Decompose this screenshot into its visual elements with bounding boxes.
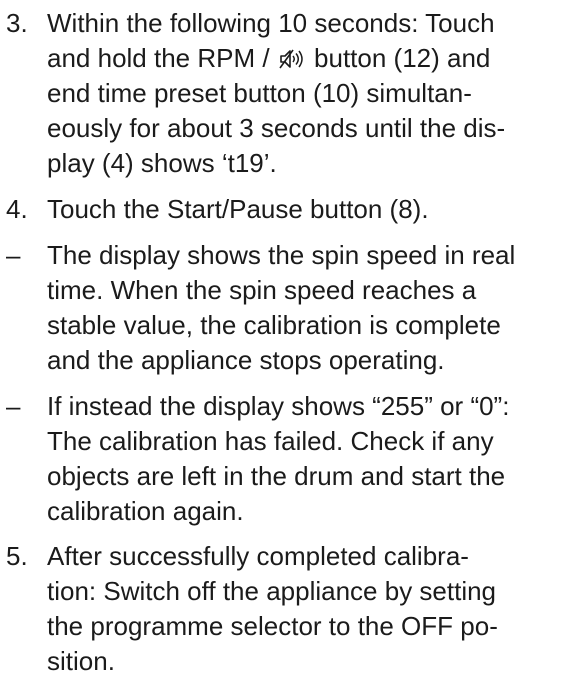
step-text: After successfully completed calibra- ti… bbox=[47, 539, 575, 679]
bullet-text: The display shows the spin speed in real… bbox=[47, 238, 575, 378]
dash-marker: – bbox=[6, 391, 21, 421]
bullet-text: If instead the display shows “255” or “0… bbox=[47, 389, 575, 529]
text-line: The display shows the spin speed in real bbox=[47, 240, 516, 270]
text-line: tion: Switch off the appliance by settin… bbox=[47, 576, 497, 606]
text-line: objects are left in the drum and start t… bbox=[47, 461, 506, 491]
text-line: Touch the Start/Pause button (8). bbox=[47, 194, 429, 224]
text-line: stable value, the calibration is complet… bbox=[47, 310, 501, 340]
step-text: Touch the Start/Pause button (8). bbox=[47, 192, 575, 227]
text-fragment: button (12) and bbox=[306, 43, 491, 73]
text-line: If instead the display shows “255” or “0… bbox=[47, 391, 510, 421]
text-fragment: and hold the RPM / bbox=[47, 43, 277, 73]
text-line: end time preset button (10) simultan- bbox=[47, 78, 472, 108]
text-line: Within the following 10 seconds: Touch bbox=[47, 8, 495, 38]
step-marker: 5. bbox=[6, 541, 28, 571]
step-marker: 3. bbox=[6, 8, 28, 38]
dash-marker: – bbox=[6, 240, 21, 270]
sound-mute-icon bbox=[279, 49, 303, 69]
text-line: The calibration has failed. Check if any bbox=[47, 426, 494, 456]
text-line: calibration again. bbox=[47, 496, 244, 526]
step-text: Within the following 10 seconds: Touch a… bbox=[47, 6, 575, 181]
text-line: play (4) shows ‘t19’. bbox=[47, 148, 277, 178]
text-line: sition. bbox=[47, 646, 115, 676]
text-line: the programme selector to the OFF po- bbox=[47, 611, 498, 641]
text-line: eously for about 3 seconds until the dis… bbox=[47, 113, 506, 143]
instruction-page: 3. Within the following 10 seconds: Touc… bbox=[0, 0, 579, 680]
text-line: After successfully completed calibra- bbox=[47, 541, 469, 571]
step-marker: 4. bbox=[6, 194, 28, 224]
text-line: and the appliance stops operating. bbox=[47, 345, 445, 375]
text-line: time. When the spin speed reaches a bbox=[47, 275, 477, 305]
text-line-with-icon: and hold the RPM / button (12) and bbox=[47, 41, 575, 76]
